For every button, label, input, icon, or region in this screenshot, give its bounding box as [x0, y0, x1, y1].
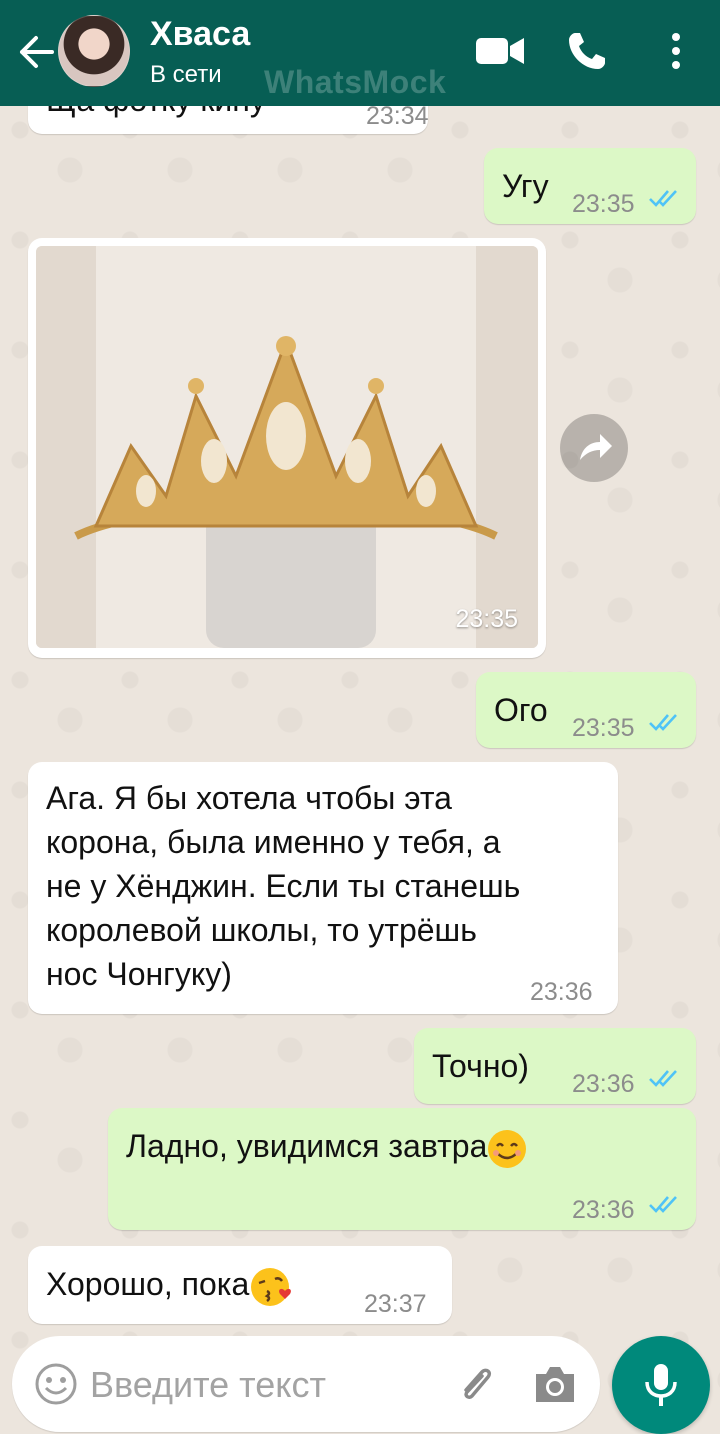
back-arrow-icon[interactable]	[16, 34, 56, 70]
message-time: 23:35	[572, 714, 635, 742]
message-outgoing[interactable]: Ого 23:35	[476, 672, 696, 748]
message-input[interactable]: Введите текст	[90, 1364, 326, 1406]
message-text: Точно)	[432, 1048, 529, 1084]
message-line: королевой школы, то утрёшь	[46, 912, 477, 948]
message-text-content: Хорошо, пока	[46, 1266, 250, 1302]
contact-name[interactable]: Хваса	[150, 15, 250, 54]
kissing-face-icon	[251, 1267, 292, 1306]
message-text: Ага. Я бы хотела чтобы эта корона, была …	[46, 776, 520, 996]
more-vert-icon[interactable]	[664, 30, 688, 72]
voice-record-button[interactable]	[612, 1336, 710, 1434]
message-time: 23:36	[572, 1070, 635, 1098]
message-text-content: Ладно, увидимся завтра	[126, 1128, 488, 1164]
message-time: 23:35	[455, 605, 518, 633]
message-input-bar: Введите текст	[12, 1336, 600, 1432]
image-message[interactable]: 23:35	[28, 238, 546, 658]
message-incoming[interactable]: Ага. Я бы хотела чтобы эта корона, была …	[28, 762, 618, 1014]
message-time: 23:36	[530, 978, 593, 1006]
message-line: не у Хёнджин. Если ты станешь	[46, 868, 521, 904]
read-ticks-icon	[649, 714, 677, 731]
camera-icon[interactable]	[532, 1362, 578, 1406]
message-line: нос Чонгуку)	[46, 956, 232, 992]
read-ticks-icon	[649, 1070, 677, 1087]
share-icon	[580, 434, 612, 460]
contact-status: В сети	[150, 61, 222, 88]
phone-icon[interactable]	[566, 30, 608, 72]
share-button[interactable]	[560, 414, 628, 482]
video-call-icon[interactable]	[476, 36, 524, 66]
message-line: корона, была именно у тебя, а	[46, 824, 501, 860]
message-line: Ага. Я бы хотела чтобы эта	[46, 780, 452, 816]
message-text: Ого	[494, 692, 548, 728]
read-ticks-icon	[649, 1196, 677, 1213]
read-ticks-icon	[649, 190, 677, 207]
message-time: 23:35	[572, 190, 635, 218]
crown-image	[36, 246, 538, 648]
attach-icon[interactable]	[452, 1360, 500, 1408]
message-incoming[interactable]: Хорошо, пока 23:37	[28, 1246, 452, 1324]
watermark: WhatsMock	[264, 64, 447, 100]
message-outgoing[interactable]: Ладно, увидимся завтра 23:36	[108, 1108, 696, 1230]
smiling-face-icon	[488, 1129, 527, 1168]
message-text: Ладно, увидимся завтра	[126, 1124, 527, 1169]
mic-icon	[645, 1364, 677, 1406]
message-time: 23:37	[364, 1290, 427, 1318]
emoji-icon[interactable]	[34, 1362, 78, 1406]
avatar[interactable]	[58, 15, 130, 87]
message-text: Угу	[502, 168, 549, 204]
message-time: 23:36	[572, 1196, 635, 1224]
chat-header: Хваса В сети WhatsMock	[0, 0, 720, 106]
message-outgoing[interactable]: Угу 23:35	[484, 148, 696, 224]
message-outgoing[interactable]: Точно) 23:36	[414, 1028, 696, 1104]
message-text: Хорошо, пока	[46, 1262, 293, 1309]
crown-photo[interactable]: 23:35	[36, 246, 538, 648]
